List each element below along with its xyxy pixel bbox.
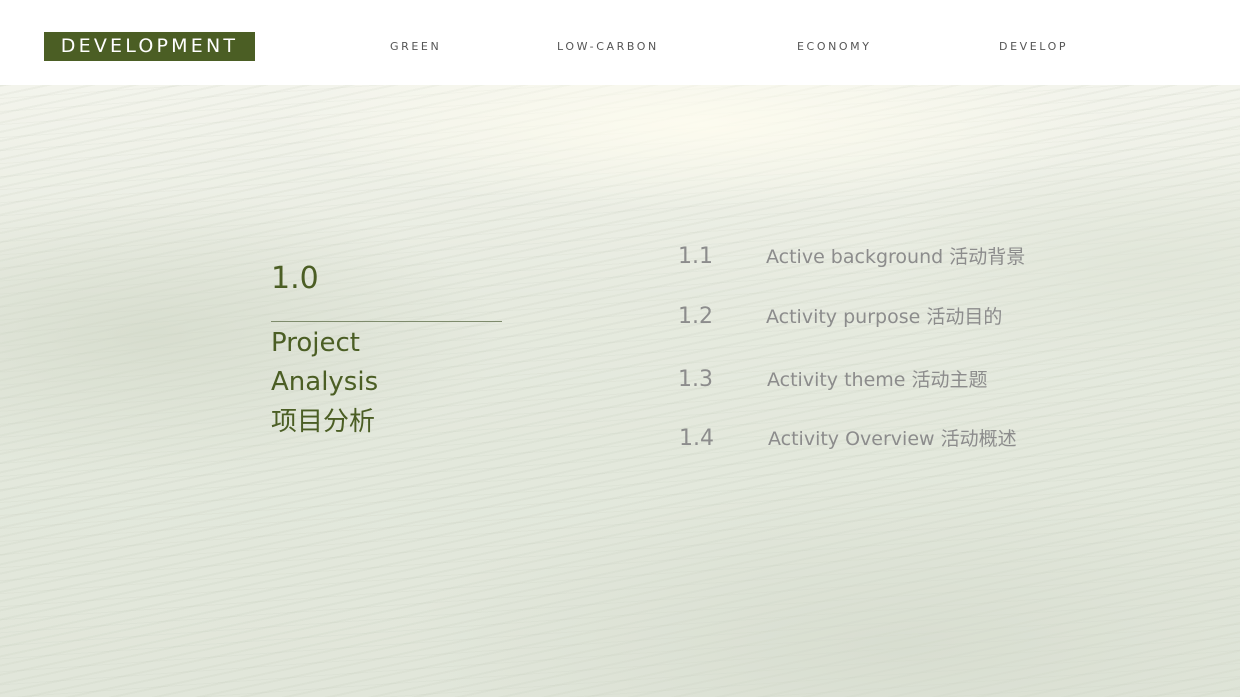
toc-item-activity-theme[interactable]: Activity theme 活动主题 [767, 366, 988, 394]
toc-number-1-1: 1.1 [678, 244, 713, 269]
logo: DEVELOPMENT [44, 32, 255, 61]
nav-item-economy[interactable]: ECONOMY [797, 40, 872, 54]
grass-background [0, 85, 1240, 697]
toc-number-1-2: 1.2 [678, 304, 713, 329]
toc-item-activity-purpose[interactable]: Activity purpose 活动目的 [766, 303, 1002, 331]
header-bar: DEVELOPMENT GREEN LOW-CARBON ECONOMY DEV… [0, 0, 1240, 85]
section-divider [271, 321, 502, 322]
toc-item-activity-overview[interactable]: Activity Overview 活动概述 [768, 425, 1017, 453]
nav-item-low-carbon[interactable]: LOW-CARBON [557, 40, 659, 54]
section-title-line2: Analysis [271, 367, 379, 397]
nav-item-develop[interactable]: DEVELOP [999, 40, 1068, 54]
section-title-line1: Project [271, 328, 360, 358]
toc-number-1-4: 1.4 [679, 426, 714, 451]
section-number: 1.0 [271, 261, 319, 296]
toc-item-active-background[interactable]: Active background 活动背景 [766, 243, 1025, 271]
nav-item-green[interactable]: GREEN [390, 40, 441, 54]
toc-number-1-3: 1.3 [678, 367, 713, 392]
section-title-cn: 项目分析 [271, 407, 376, 437]
